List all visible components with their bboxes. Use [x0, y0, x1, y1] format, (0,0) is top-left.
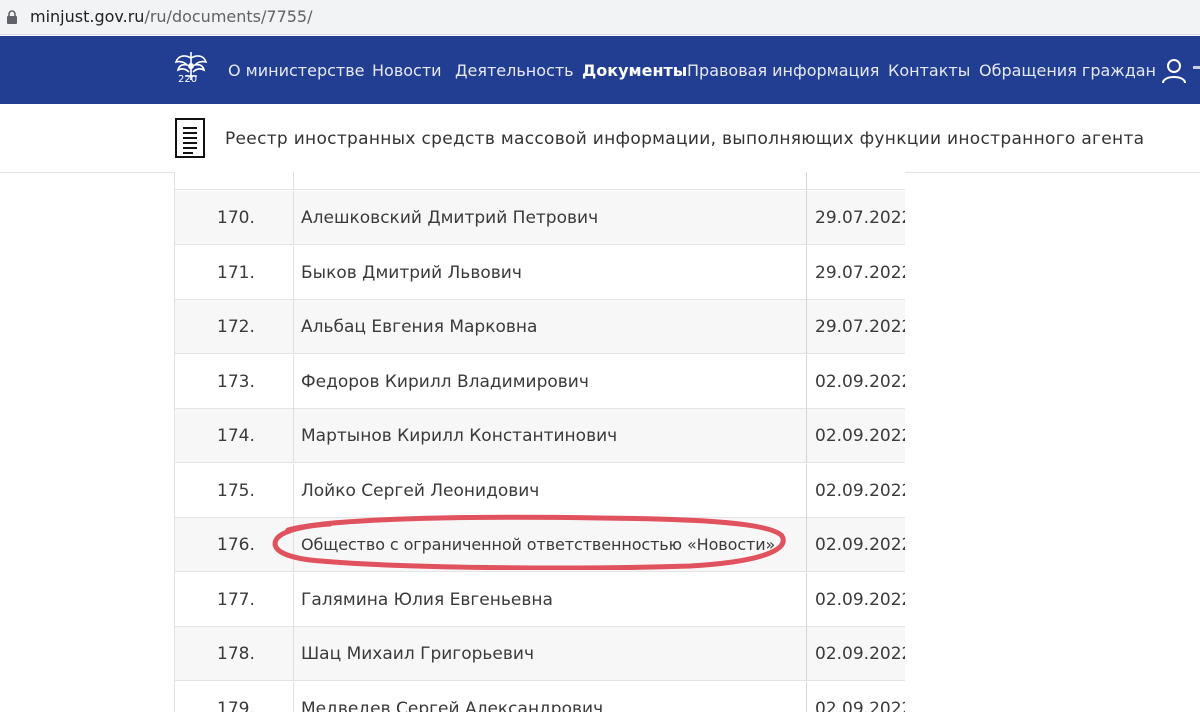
- table-row: 173. Федоров Кирилл Владимирович 02.09.2…: [175, 355, 905, 409]
- table-row: 174. Мартынов Кирилл Константинович 02.0…: [175, 409, 905, 463]
- row-name: Альбац Евгения Марковна: [293, 300, 806, 354]
- row-number: 173.: [217, 372, 255, 392]
- row-date: 02.09.2022: [806, 518, 905, 572]
- row-name: Шац Михаил Григорьевич: [293, 627, 806, 681]
- main-navigation: 220 О министерстве Новости Деятельность …: [0, 36, 1200, 104]
- table-row: 172. Альбац Евгения Марковна 29.07.2022: [175, 300, 905, 354]
- url-path: /ru/documents/7755/: [144, 7, 313, 26]
- table-row: 175. Лойко Сергей Леонидович 02.09.2022: [175, 464, 905, 518]
- row-date: 29.07.2022: [806, 246, 905, 300]
- browser-address-bar[interactable]: minjust.gov.ru/ru/documents/7755/: [0, 0, 1200, 35]
- row-name: Федоров Кирилл Владимирович: [293, 355, 806, 409]
- row-number: 177.: [217, 590, 255, 610]
- row-number: 179.: [217, 699, 255, 712]
- row-name: Мартынов Кирилл Константинович: [293, 409, 806, 463]
- lock-icon: [7, 10, 17, 24]
- row-date: 02.09.2022: [806, 682, 905, 712]
- nav-item-about-ministry[interactable]: О министерстве: [228, 61, 365, 81]
- highlight-ellipse: [272, 514, 786, 570]
- url-host: minjust.gov.ru: [30, 7, 145, 26]
- nav-item-news[interactable]: Новости: [372, 61, 442, 81]
- row-name: [293, 172, 806, 190]
- row-date: 02.09.2022: [806, 409, 905, 463]
- table-row: 171. Быков Дмитрий Львович 29.07.2022: [175, 246, 905, 300]
- row-date: [806, 172, 905, 190]
- logo-anniversary-number: 220: [178, 74, 198, 85]
- row-number: 172.: [217, 317, 255, 337]
- row-name: Лойко Сергей Леонидович: [293, 464, 806, 518]
- row-date: 02.09.2022: [806, 355, 905, 409]
- page-title: Реестр иностранных средств массовой инфо…: [225, 129, 1145, 149]
- row-name: Галямина Юлия Евгеньевна: [293, 573, 806, 627]
- nav-item-legal-info[interactable]: Правовая информация: [687, 61, 879, 81]
- table-row: 178. Шац Михаил Григорьевич 02.09.2022: [175, 627, 905, 681]
- user-icon[interactable]: [1162, 58, 1186, 84]
- table-row: [175, 172, 905, 190]
- row-name: Быков Дмитрий Львович: [293, 246, 806, 300]
- row-number: 175.: [217, 481, 255, 501]
- row-number: [175, 172, 293, 190]
- table-row: 177. Галямина Юлия Евгеньевна 02.09.2022: [175, 573, 905, 627]
- nav-item-contacts[interactable]: Контакты: [888, 61, 970, 81]
- document-icon: [175, 118, 205, 158]
- row-number: 178.: [217, 644, 255, 664]
- document-title-bar: Реестр иностранных средств массовой инфо…: [0, 104, 1200, 173]
- row-number: 171.: [217, 263, 255, 283]
- table-row: 170. Алешковский Дмитрий Петрович 29.07.…: [175, 191, 905, 245]
- row-name: Медведев Сергей Александрович: [293, 682, 806, 712]
- row-name: Алешковский Дмитрий Петрович: [293, 191, 806, 245]
- table-row: 179. Медведев Сергей Александрович 02.09…: [175, 682, 905, 712]
- row-number: 170.: [217, 208, 255, 228]
- row-date: 02.09.2022: [806, 627, 905, 681]
- nav-item-activity[interactable]: Деятельность: [455, 61, 574, 81]
- url-text[interactable]: minjust.gov.ru/ru/documents/7755/: [30, 7, 313, 27]
- row-date: 02.09.2022: [806, 464, 905, 518]
- row-date: 02.09.2022: [806, 573, 905, 627]
- row-number: 174.: [217, 426, 255, 446]
- registry-table: 170. Алешковский Дмитрий Петрович 29.07.…: [174, 172, 905, 712]
- row-date: 29.07.2022: [806, 191, 905, 245]
- nav-overflow-indicator: [1193, 66, 1200, 69]
- row-date: 29.07.2022: [806, 300, 905, 354]
- nav-item-citizen-appeals[interactable]: Обращения граждан: [979, 61, 1156, 81]
- nav-item-documents[interactable]: Документы: [582, 61, 687, 81]
